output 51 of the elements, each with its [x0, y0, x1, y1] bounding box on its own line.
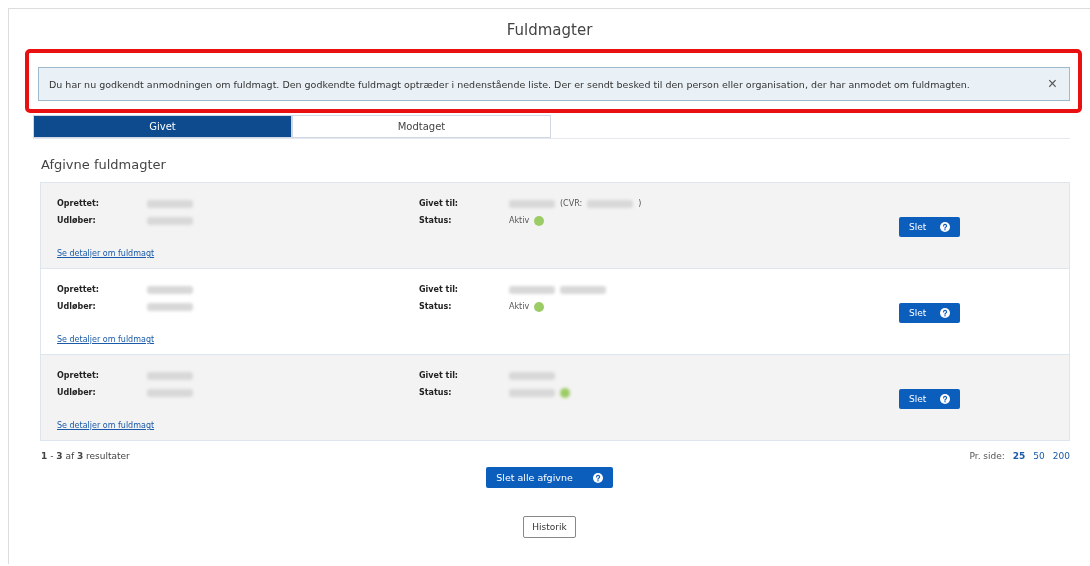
- field-label: Oprettet:: [57, 371, 100, 380]
- delete-button[interactable]: Slet: [899, 216, 961, 237]
- redacted-value: [509, 371, 555, 380]
- field-label: Udløber:: [57, 302, 97, 311]
- help-icon: [940, 307, 951, 318]
- status-text: Aktiv: [509, 302, 530, 311]
- page-size-link[interactable]: 50: [1033, 451, 1045, 461]
- redacted-value: [147, 371, 193, 380]
- redacted-value: [147, 199, 193, 208]
- history-button[interactable]: Historik: [523, 516, 576, 538]
- field-label: Oprettet:: [57, 199, 100, 208]
- help-icon: [940, 221, 951, 232]
- field-label: Udløber:: [57, 388, 97, 397]
- field-label: Oprettet:: [57, 285, 100, 294]
- details-link[interactable]: Se detaljer om fuldmagt: [57, 249, 419, 258]
- help-icon: [592, 472, 603, 483]
- field-label: Givet til:: [419, 371, 460, 380]
- redacted-value: [147, 388, 193, 397]
- value-text: (CVR:: [560, 199, 583, 208]
- redacted-value: [560, 285, 606, 294]
- close-button[interactable]: ×: [1045, 76, 1059, 92]
- delete-all-button[interactable]: Slet alle afgivne: [486, 467, 613, 488]
- redacted-value: [509, 388, 555, 397]
- field-label: Givet til:: [419, 199, 460, 208]
- result-summary: 1 - 3 af 3 resultater: [41, 451, 130, 461]
- delete-button[interactable]: Slet: [899, 388, 961, 409]
- section-title: Afgivne fuldmagter: [41, 157, 167, 172]
- field-label: Status:: [419, 302, 453, 311]
- delete-button[interactable]: Slet: [899, 302, 961, 323]
- field-label: Status:: [419, 216, 453, 225]
- details-link[interactable]: Se detaljer om fuldmagt: [57, 421, 419, 430]
- tab[interactable]: Modtaget: [292, 115, 551, 138]
- field-label: Status:: [419, 388, 453, 397]
- page-size-link[interactable]: 200: [1052, 451, 1070, 461]
- redacted-value: [587, 199, 634, 208]
- page-size-link[interactable]: 25: [1012, 451, 1026, 461]
- help-icon: [940, 393, 951, 404]
- details-link[interactable]: Se detaljer om fuldmagt: [57, 335, 419, 344]
- redacted-value: [509, 285, 555, 294]
- redacted-value: [509, 199, 555, 208]
- value-text: ): [638, 199, 642, 208]
- status-text: Aktiv: [509, 216, 530, 225]
- field-label: Givet til:: [419, 285, 460, 294]
- redacted-value: [147, 285, 193, 294]
- per-page-label: Pr. side:: [969, 451, 1005, 461]
- alert-text: Du har nu godkendt anmodningen om fuldmagt. Den godkendte fuldmagt optræder i nedenstående liste. Der er sendt besked til den person eller organisation, der har anmodet om fuldmagten.: [49, 78, 970, 90]
- tab[interactable]: Givet: [33, 115, 292, 138]
- field-label: Udløber:: [57, 216, 97, 225]
- redacted-value: [147, 302, 193, 311]
- page-title: Fuldmagter: [506, 21, 593, 39]
- redacted-value: [147, 216, 193, 225]
